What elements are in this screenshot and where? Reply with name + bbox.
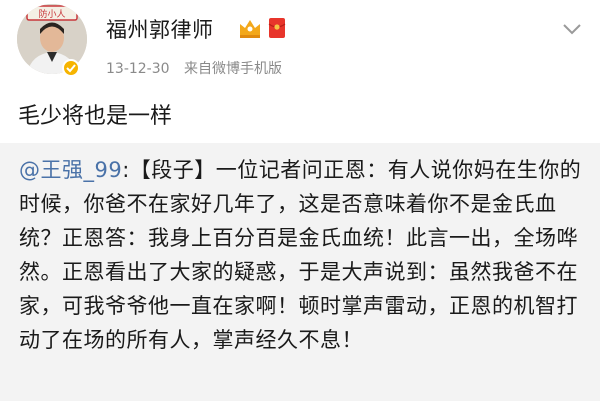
repost-card[interactable]: @王强_99:【段子】一位记者问正恩：有人说你妈在生你的时候，你爸不在家好几年了… xyxy=(0,143,600,401)
username[interactable]: 福州郭律师 xyxy=(106,14,214,44)
post-meta: 13-12-30 来自微博手机版 xyxy=(106,58,282,78)
chevron-down-icon[interactable] xyxy=(562,22,582,36)
repost-content: @王强_99:【段子】一位记者问正恩：有人说你妈在生你的时候，你爸不在家好几年了… xyxy=(19,153,591,357)
red-envelope-icon xyxy=(268,18,286,38)
timestamp: 13-12-30 xyxy=(106,61,170,77)
post-header: 防小人 福州郭律师 13-12-30 来自微博手机版 xyxy=(0,0,600,88)
post-text: 毛少将也是一样 xyxy=(18,104,173,129)
repost-body: :【段子】一位记者问正恩：有人说你妈在生你的时候，你爸不在家好几年了，这是否意味… xyxy=(19,158,582,352)
avatar-sign-text: 防小人 xyxy=(38,8,65,20)
mention-link[interactable]: @王强_99 xyxy=(19,158,122,182)
verified-badge-icon xyxy=(62,59,80,77)
post-source: 来自微博手机版 xyxy=(184,61,282,77)
crown-icon xyxy=(240,20,260,38)
